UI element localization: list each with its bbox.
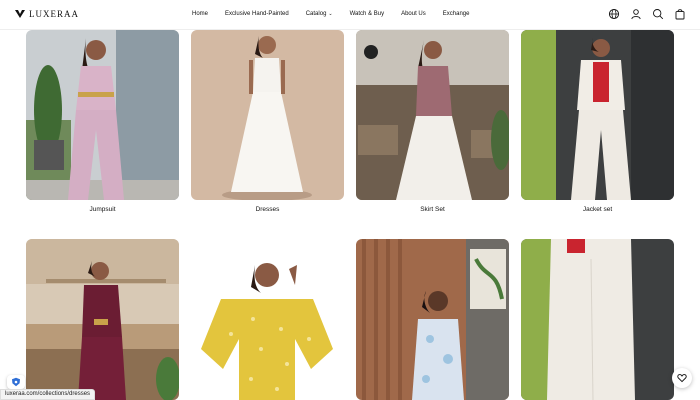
wishlist-button[interactable] (672, 368, 692, 388)
search-icon[interactable] (652, 8, 664, 20)
status-bar-url: luxeraa.com/collections/dresses (0, 389, 96, 400)
jacket-set-image (521, 30, 674, 200)
collection-6-image (191, 239, 344, 400)
nav-exclusive-hand-painted[interactable]: Exclusive Hand-Painted (225, 11, 289, 17)
account-icon[interactable] (630, 8, 642, 20)
heart-icon (677, 374, 687, 383)
nav-home[interactable]: Home (192, 11, 208, 17)
collection-card-dresses[interactable] (191, 30, 344, 200)
collection-label-jacket-set[interactable]: Jacket set (521, 206, 674, 213)
brand-name: LUXERAA (29, 9, 79, 19)
nav-exchange[interactable]: Exchange (443, 11, 470, 17)
main-nav: Home Exclusive Hand-Painted Catalog ⌄ Wat… (192, 11, 486, 17)
collection-7-image (356, 239, 509, 400)
dresses-image (191, 30, 344, 200)
bag-icon[interactable] (674, 8, 686, 20)
collection-card-8[interactable] (521, 239, 674, 400)
site-header: LUXERAA Home Exclusive Hand-Painted Cata… (0, 0, 700, 30)
collection-5-image (26, 239, 179, 400)
jumpsuit-image (26, 30, 179, 200)
collection-8-image (521, 239, 674, 400)
cookie-preferences-button[interactable] (7, 375, 25, 389)
collection-card-7[interactable] (356, 239, 509, 400)
header-icons (608, 8, 686, 20)
collection-label-jumpsuit[interactable]: Jumpsuit (26, 206, 179, 213)
logo-mark-icon (15, 10, 25, 18)
nav-catalog[interactable]: Catalog ⌄ (306, 11, 333, 17)
collection-card-5[interactable] (26, 239, 179, 400)
nav-catalog-label: Catalog (305, 11, 327, 17)
brand-logo[interactable]: LUXERAA (14, 8, 79, 20)
nav-watch-and-buy[interactable]: Watch & Buy (350, 11, 384, 17)
nav-about-us[interactable]: About Us (401, 11, 426, 17)
skirt-set-image (356, 30, 509, 200)
collection-label-dresses[interactable]: Dresses (191, 206, 344, 213)
collection-card-6[interactable] (191, 239, 344, 400)
chevron-down-icon: ⌄ (328, 11, 333, 17)
collection-label-skirt-set[interactable]: Skirt Set (356, 206, 509, 213)
globe-icon[interactable] (608, 8, 620, 20)
collection-card-jumpsuit[interactable] (26, 30, 179, 200)
collection-card-skirt-set[interactable] (356, 30, 509, 200)
collection-card-jacket-set[interactable] (521, 30, 674, 200)
cookie-shield-icon (12, 377, 20, 387)
